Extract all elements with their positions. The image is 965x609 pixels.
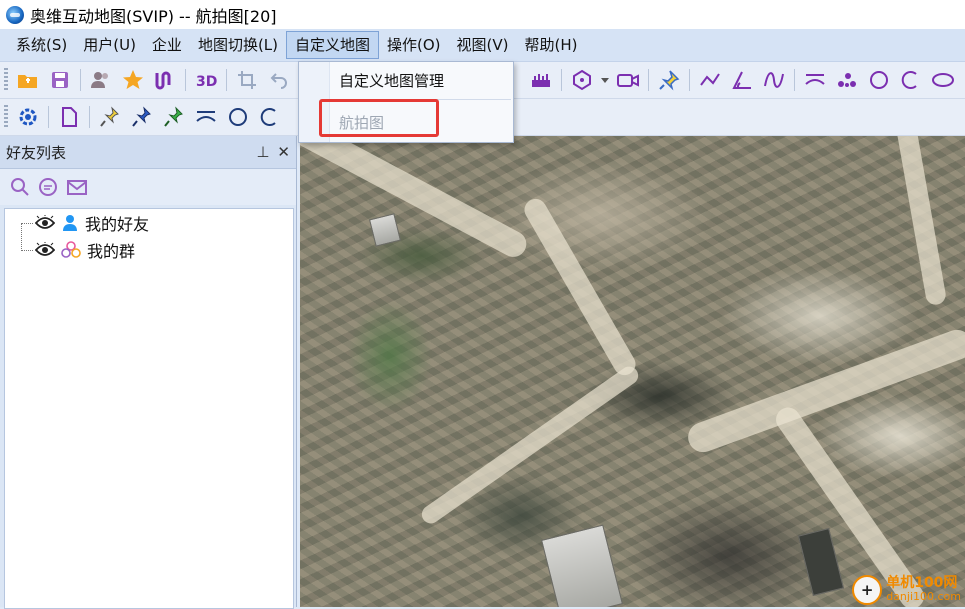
save-icon[interactable] — [46, 66, 74, 94]
watermark-url: danji100.com — [886, 590, 961, 603]
open-folder-icon[interactable] — [14, 66, 42, 94]
arc-line-icon[interactable] — [801, 66, 829, 94]
title-bar: 奥维互动地图(SVIP) -- 航拍图[20] — [0, 0, 965, 29]
menu-operation[interactable]: 操作(O) — [379, 31, 449, 59]
curve-icon[interactable] — [760, 66, 788, 94]
route-icon[interactable] — [151, 66, 179, 94]
watermark-logo-icon: + — [852, 575, 883, 605]
favorite-star-icon[interactable] — [119, 66, 147, 94]
circle-icon[interactable] — [224, 103, 252, 131]
tree-connector — [21, 223, 23, 251]
toolbar-separator — [185, 69, 186, 91]
app-logo-icon — [6, 5, 24, 24]
pin-icon[interactable]: ⊥ — [256, 143, 269, 161]
toolbar-separator — [89, 106, 90, 128]
friends-tree: 我的好友 我的群 — [4, 208, 294, 609]
toolbar-separator — [80, 69, 81, 91]
toolbar-separator — [561, 69, 562, 91]
blue-pin-icon[interactable] — [128, 103, 156, 131]
dropdown-arrow-icon[interactable] — [600, 66, 610, 94]
user-icon — [61, 214, 79, 232]
map-building — [368, 213, 402, 247]
chat-icon[interactable] — [38, 177, 58, 197]
map-road — [418, 363, 642, 527]
map-road — [300, 136, 531, 262]
tree-item-my-groups[interactable]: 我的群 — [35, 238, 135, 262]
tree-connector — [21, 250, 33, 251]
friends-panel: 好友列表 ⊥ ✕ 我的好友 我的群 — [0, 136, 297, 609]
polyline-icon[interactable] — [696, 66, 724, 94]
tree-connector — [21, 223, 33, 224]
mail-icon[interactable] — [66, 178, 88, 196]
menu-enterprise[interactable]: 企业 — [144, 31, 190, 59]
map-road — [520, 194, 640, 380]
toolbar-separator — [226, 69, 227, 91]
yellow-pin-icon[interactable] — [96, 103, 124, 131]
panel-header: 好友列表 ⊥ ✕ — [0, 136, 296, 169]
video-camera-icon[interactable] — [614, 66, 642, 94]
circle-icon[interactable] — [865, 66, 893, 94]
window-title: 奥维互动地图(SVIP) -- 航拍图[20] — [30, 6, 277, 26]
arc-icon[interactable] — [256, 103, 284, 131]
arc-icon[interactable] — [897, 66, 925, 94]
highlight-annotation-box — [319, 99, 439, 137]
menu-bar: 系统(S) 用户(U) 企业 地图切换(L) 自定义地图 操作(O) 视图(V)… — [0, 29, 965, 62]
menu-view[interactable]: 视图(V) — [449, 31, 517, 59]
tree-item-label: 我的好友 — [85, 215, 150, 234]
tree-item-my-friends[interactable]: 我的好友 — [35, 211, 149, 235]
eye-icon[interactable] — [35, 215, 55, 231]
toolbar-grip[interactable] — [4, 105, 8, 129]
close-icon[interactable]: ✕ — [277, 143, 290, 161]
eye-icon[interactable] — [35, 242, 55, 258]
watermark: + 单机100网 danji100.com — [852, 575, 961, 605]
svg-text:3D: 3D — [196, 74, 217, 90]
polygon-3d-icon[interactable] — [568, 66, 596, 94]
map-road — [892, 136, 948, 307]
menu-custom-map[interactable]: 自定义地图 — [286, 31, 380, 59]
toolbar-separator — [48, 106, 49, 128]
menu-system[interactable]: 系统(S) — [8, 31, 75, 59]
panel-toolbar — [0, 169, 296, 205]
menu-map-switch[interactable]: 地图切换(L) — [190, 31, 286, 59]
aerial-map-view[interactable]: + 单机100网 danji100.com — [300, 136, 965, 607]
ellipse-icon[interactable] — [929, 66, 957, 94]
map-road — [683, 325, 965, 457]
toolbar-separator — [689, 69, 690, 91]
angle-icon[interactable] — [728, 66, 756, 94]
ruler-icon[interactable] — [527, 66, 555, 94]
group-icon — [61, 241, 81, 259]
search-icon[interactable] — [10, 177, 30, 197]
map-building — [797, 528, 845, 596]
3d-icon[interactable]: 3D — [192, 66, 220, 94]
undo-icon[interactable] — [265, 66, 293, 94]
arc-line-icon[interactable] — [192, 103, 220, 131]
green-pin-icon[interactable] — [160, 103, 188, 131]
toolbar-separator — [794, 69, 795, 91]
new-document-icon[interactable] — [55, 103, 83, 131]
tree-item-label: 我的群 — [87, 242, 136, 261]
users-icon[interactable] — [87, 66, 115, 94]
pin-marker-icon[interactable] — [655, 66, 683, 94]
menu-help[interactable]: 帮助(H) — [517, 31, 586, 59]
map-building — [541, 524, 623, 607]
panel-title: 好友列表 — [6, 143, 67, 162]
toolbar-separator — [648, 69, 649, 91]
points-icon[interactable] — [833, 66, 861, 94]
custom-map-manage-item[interactable]: 自定义地图管理 — [339, 70, 444, 91]
menu-user[interactable]: 用户(U) — [75, 31, 144, 59]
crop-icon[interactable] — [233, 66, 261, 94]
toolbar-grip[interactable] — [4, 68, 8, 92]
settings-gear-icon[interactable] — [14, 103, 42, 131]
watermark-name: 单机100网 — [886, 575, 958, 591]
